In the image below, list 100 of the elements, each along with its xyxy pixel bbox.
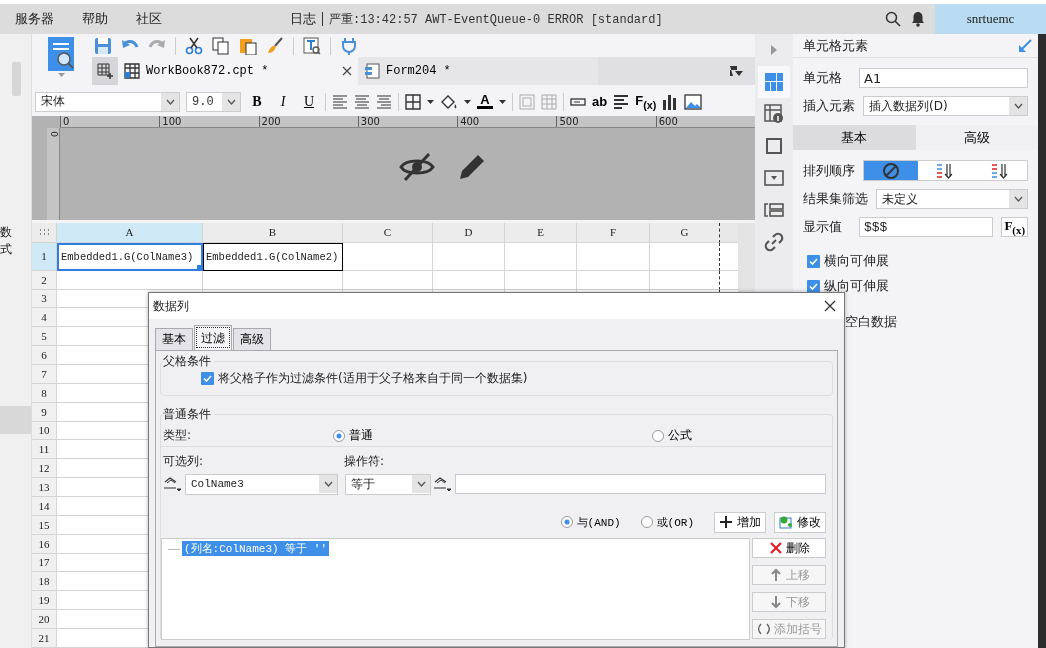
checkbox[interactable]	[807, 279, 820, 293]
square-icon[interactable]	[765, 137, 783, 155]
file-tab[interactable]: WorkBook872.cpt *	[118, 57, 358, 85]
radio-button[interactable]	[640, 516, 653, 528]
radio-button[interactable]	[333, 429, 345, 442]
select-all-icon[interactable]	[38, 228, 50, 236]
caret-icon[interactable]	[499, 99, 506, 104]
image-icon[interactable]	[684, 93, 703, 110]
menu-item[interactable]: 服务器	[15, 10, 54, 28]
column-header[interactable]: F	[577, 223, 650, 243]
radio-option[interactable]: 或(OR)	[640, 514, 694, 530]
user-name[interactable]: snrtuemc	[935, 4, 1046, 34]
widget-icon[interactable]	[764, 202, 784, 218]
eye-slash-icon[interactable]	[398, 152, 435, 182]
radio-option[interactable]: 公式	[652, 427, 692, 444]
row-header[interactable]: 4	[32, 308, 57, 328]
value-input[interactable]	[455, 474, 826, 494]
text-field-icon[interactable]	[570, 97, 586, 106]
checkbox-label[interactable]: 纵向可伸展	[824, 277, 889, 295]
align-center-icon[interactable]	[354, 94, 370, 109]
value-type-icon[interactable]	[433, 476, 453, 492]
align-left-icon[interactable]	[332, 94, 348, 109]
brush-icon[interactable]	[266, 36, 284, 55]
column-header[interactable]: E	[505, 223, 577, 243]
checkbox-label[interactable]: 横向可伸展	[824, 252, 889, 270]
column-header[interactable]: G	[650, 223, 720, 243]
checkbox[interactable]	[807, 254, 820, 268]
sort-option[interactable]	[864, 161, 919, 180]
row-header[interactable]: 19	[32, 591, 57, 611]
column-type-icon[interactable]	[163, 476, 183, 492]
formula-button[interactable]: F$_{(x)}$	[635, 92, 657, 111]
close-icon[interactable]	[824, 300, 836, 312]
fill-bucket-icon[interactable]	[440, 93, 458, 110]
radio-button[interactable]	[652, 429, 664, 442]
tab-list-icon[interactable]	[729, 65, 743, 77]
row-header[interactable]: 13	[32, 478, 57, 497]
close-icon[interactable]	[342, 66, 352, 76]
underline-button[interactable]: U	[299, 93, 319, 110]
text-tool-button[interactable]: ab	[592, 94, 608, 109]
row-header[interactable]: 11	[32, 440, 57, 460]
plug-icon[interactable]	[340, 36, 358, 55]
bold-button[interactable]: B	[247, 93, 267, 110]
action-button[interactable]: 修改	[774, 511, 826, 533]
formula-button[interactable]: F$_{(x)}$	[1001, 217, 1028, 237]
tab[interactable]: 高级	[915, 125, 1038, 150]
radio-button[interactable]	[560, 516, 573, 528]
font-size-dropdown[interactable]: 9.0	[186, 91, 241, 112]
cell-info-icon[interactable]	[764, 104, 784, 124]
radio-option[interactable]: 普通	[333, 427, 652, 444]
insert-dropdown[interactable]: 插入数据列(D)	[863, 96, 1028, 116]
column-header[interactable]: B	[203, 223, 343, 243]
checkbox[interactable]	[201, 372, 214, 385]
font-dropdown[interactable]: 宋体	[35, 91, 180, 112]
border-icon[interactable]	[405, 93, 421, 110]
caret-icon[interactable]	[323, 481, 333, 487]
text-preview-icon[interactable]	[303, 36, 321, 55]
bar-chart-icon[interactable]	[662, 93, 679, 110]
caret-icon[interactable]	[416, 481, 426, 487]
checkbox-label[interactable]: 将父格子作为过滤条件(适用于父子格来自于同一个数据集)	[218, 370, 528, 387]
operator-dropdown[interactable]: 等于	[345, 473, 431, 495]
menu-item[interactable]: 社区	[136, 10, 162, 28]
align-right-icon[interactable]	[376, 94, 392, 109]
column-header[interactable]: A	[57, 223, 203, 243]
grid-plus-icon[interactable]	[97, 63, 113, 79]
filter-dropdown[interactable]: 未定义	[876, 189, 1028, 209]
radio-option[interactable]: 与(AND)	[560, 514, 621, 530]
log-label[interactable]: 日志	[290, 10, 316, 28]
scissors-icon[interactable]	[185, 36, 203, 55]
action-button[interactable]: 删除	[752, 538, 826, 558]
table-cell[interactable]: Embedded1.G(ColName2)	[203, 242, 343, 271]
caret-icon[interactable]	[165, 98, 175, 105]
sort-order-selector[interactable]	[863, 160, 1028, 181]
text-lines-icon[interactable]	[613, 94, 630, 109]
column-header[interactable]: C	[343, 223, 433, 243]
tab[interactable]: 基本	[155, 328, 193, 350]
row-header[interactable]: 5	[32, 327, 57, 347]
collapse-arrow-icon[interactable]	[1018, 38, 1032, 53]
display-value-input[interactable]: $$$	[859, 217, 994, 237]
search-icon[interactable]	[885, 11, 901, 27]
caret-icon[interactable]	[464, 99, 471, 104]
caret-icon[interactable]	[1013, 103, 1023, 109]
document-search-icon[interactable]	[46, 37, 76, 71]
cell-element-icon[interactable]	[764, 72, 784, 92]
cell-input[interactable]: A1	[859, 68, 1028, 88]
action-button[interactable]: 增加	[714, 511, 766, 533]
tab[interactable]: 基本	[793, 125, 916, 150]
dropdown-box-icon[interactable]	[764, 170, 784, 186]
paste-icon[interactable]	[239, 36, 257, 55]
font-color-button[interactable]: A	[477, 94, 493, 109]
scrollbar-thumb[interactable]	[12, 62, 21, 96]
row-header[interactable]: 20	[32, 610, 57, 629]
row-header[interactable]: 1	[32, 242, 57, 271]
column-header[interactable]: D	[433, 223, 505, 243]
row-header[interactable]: 6	[32, 346, 57, 365]
italic-button[interactable]: I	[273, 93, 293, 110]
row-header[interactable]: 12	[32, 459, 57, 479]
caret-icon[interactable]	[1013, 196, 1023, 202]
tab[interactable]: 过滤	[194, 325, 232, 350]
save-icon[interactable]	[94, 36, 112, 55]
caret-icon[interactable]	[226, 98, 236, 105]
